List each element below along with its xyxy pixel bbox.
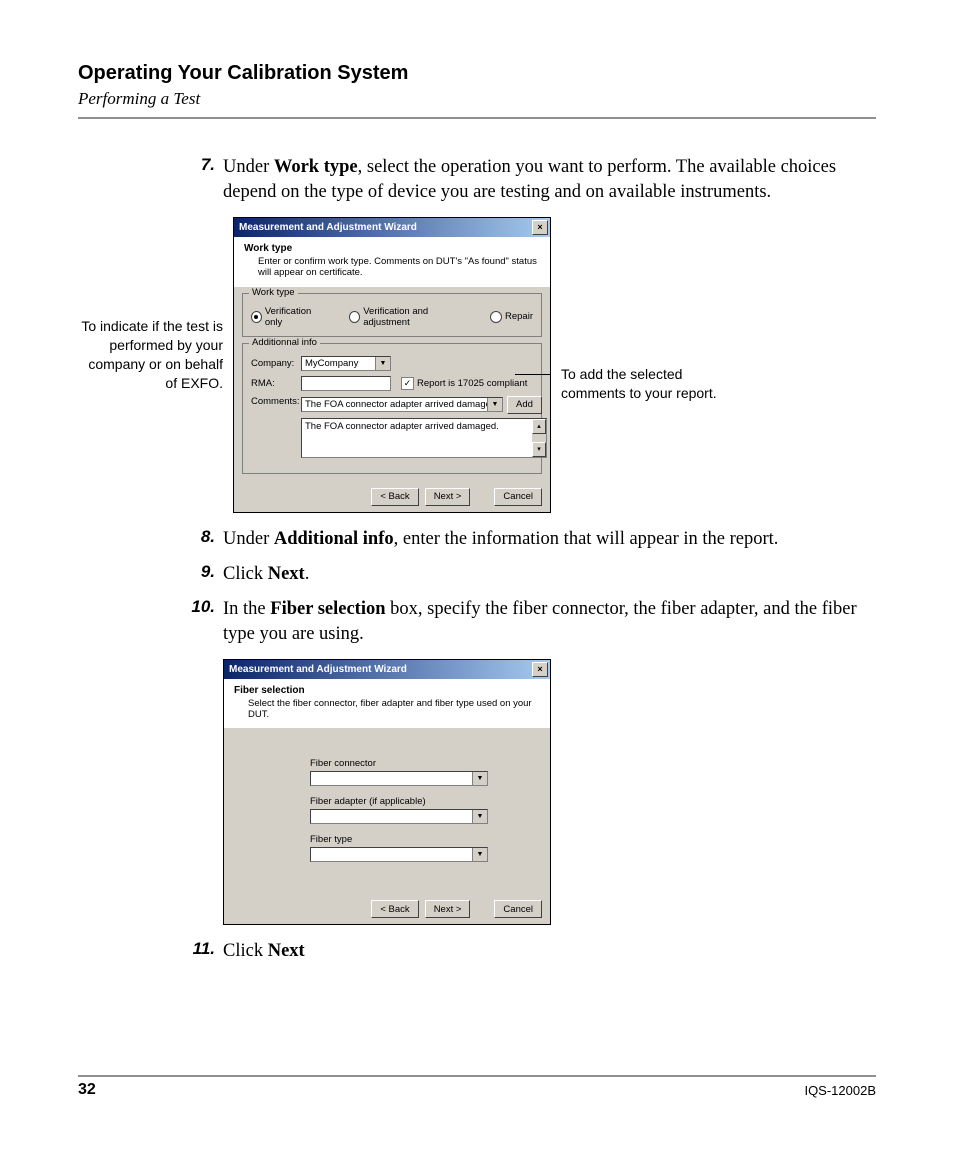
connector-line bbox=[515, 374, 551, 375]
chapter-title: Operating Your Calibration System bbox=[78, 62, 876, 85]
label-compliant: Report is 17025 compliant bbox=[417, 378, 527, 389]
step-9: 9. Click Next. bbox=[183, 562, 876, 587]
radio-verification-adjustment[interactable]: Verification and adjustment bbox=[349, 306, 464, 328]
figure-worktype: To indicate if the test is performed by … bbox=[78, 217, 876, 513]
dialog-button-row: < Back Next > Cancel bbox=[224, 896, 550, 924]
dialog-header: Fiber selection Select the fiber connect… bbox=[224, 679, 550, 729]
step-number: 10. bbox=[183, 597, 223, 617]
page-number: 32 bbox=[78, 1081, 96, 1099]
radio-verification-only[interactable]: Verification only bbox=[251, 306, 323, 328]
label-fiber-connector: Fiber connector bbox=[310, 758, 510, 769]
back-button[interactable]: < Back bbox=[371, 488, 418, 506]
callout-right: To add the selected comments to your rep… bbox=[551, 365, 741, 403]
document-id: IQS-12002B bbox=[804, 1083, 876, 1098]
label-fiber-type: Fiber type bbox=[310, 834, 510, 845]
step-7: 7. Under Work type, select the operation… bbox=[183, 155, 876, 205]
dialog-button-row: < Back Next > Cancel bbox=[234, 484, 550, 512]
close-icon[interactable]: × bbox=[532, 220, 548, 235]
document-page: Operating Your Calibration System Perfor… bbox=[0, 0, 954, 1159]
radio-repair[interactable]: Repair bbox=[490, 306, 533, 328]
radio-icon bbox=[251, 311, 262, 323]
titlebar: Measurement and Adjustment Wizard × bbox=[234, 218, 550, 237]
input-rma[interactable] bbox=[301, 376, 391, 391]
callout-left: To indicate if the test is performed by … bbox=[78, 317, 233, 393]
groupbox-additional-info: Additionnal info Company: MyCompany▼ RMA… bbox=[242, 343, 542, 474]
combo-company[interactable]: MyCompany▼ bbox=[301, 356, 391, 371]
next-button[interactable]: Next > bbox=[425, 488, 471, 506]
radio-icon bbox=[490, 311, 502, 323]
cancel-button[interactable]: Cancel bbox=[494, 900, 542, 918]
combo-fiber-type[interactable]: ▼ bbox=[310, 847, 488, 862]
label-comments: Comments: bbox=[251, 396, 301, 407]
groupbox-legend: Additionnal info bbox=[249, 337, 320, 348]
groupbox-legend: Work type bbox=[249, 287, 298, 298]
header-rule bbox=[78, 117, 876, 119]
close-icon[interactable]: × bbox=[532, 662, 548, 677]
content-area: 7. Under Work type, select the operation… bbox=[78, 125, 876, 964]
dialog-head-title: Work type bbox=[244, 243, 540, 254]
step-11: 11. Click Next bbox=[183, 939, 876, 964]
groupbox-worktype: Work type Verification only Verification… bbox=[242, 293, 542, 337]
back-button[interactable]: < Back bbox=[371, 900, 418, 918]
scrollbar[interactable]: ▴ ▾ bbox=[532, 419, 546, 457]
label-fiber-adapter: Fiber adapter (if applicable) bbox=[310, 796, 510, 807]
label-company: Company: bbox=[251, 358, 301, 369]
footer-rule bbox=[78, 1075, 876, 1077]
dialog-head-desc: Enter or confirm work type. Comments on … bbox=[244, 256, 540, 279]
chevron-down-icon: ▼ bbox=[472, 810, 487, 823]
step-number: 8. bbox=[183, 527, 223, 547]
next-button[interactable]: Next > bbox=[425, 900, 471, 918]
step-text: Under Additional info, enter the informa… bbox=[223, 527, 876, 552]
step-text: Click Next bbox=[223, 939, 876, 964]
step-text: Under Work type, select the operation yo… bbox=[223, 155, 876, 205]
page-footer: 32 IQS-12002B bbox=[78, 1075, 876, 1099]
step-text: In the Fiber selection box, specify the … bbox=[223, 597, 876, 647]
figure-fiber-selection: Measurement and Adjustment Wizard × Fibe… bbox=[78, 659, 876, 926]
cancel-button[interactable]: Cancel bbox=[494, 488, 542, 506]
step-text: Click Next. bbox=[223, 562, 876, 587]
section-title: Performing a Test bbox=[78, 89, 876, 109]
textarea-comments[interactable]: The FOA connector adapter arrived damage… bbox=[301, 418, 547, 458]
titlebar: Measurement and Adjustment Wizard × bbox=[224, 660, 550, 679]
scroll-up-icon[interactable]: ▴ bbox=[532, 419, 546, 434]
checkbox-compliant[interactable]: ✓ bbox=[401, 377, 414, 390]
combo-fiber-adapter[interactable]: ▼ bbox=[310, 809, 488, 824]
chevron-down-icon: ▼ bbox=[472, 772, 487, 785]
dialog-head-desc: Select the fiber connector, fiber adapte… bbox=[234, 698, 540, 721]
dialog-title: Measurement and Adjustment Wizard bbox=[239, 222, 417, 233]
add-button[interactable]: Add bbox=[507, 396, 542, 414]
step-8: 8. Under Additional info, enter the info… bbox=[183, 527, 876, 552]
page-header: Operating Your Calibration System Perfor… bbox=[78, 62, 876, 119]
combo-fiber-connector[interactable]: ▼ bbox=[310, 771, 488, 786]
chevron-down-icon: ▼ bbox=[487, 398, 502, 411]
combo-comments[interactable]: The FOA connector adapter arrived damage… bbox=[301, 397, 503, 412]
step-10: 10. In the Fiber selection box, specify … bbox=[183, 597, 876, 647]
step-number: 7. bbox=[183, 155, 223, 175]
step-number: 9. bbox=[183, 562, 223, 582]
dialog-head-title: Fiber selection bbox=[234, 685, 540, 696]
label-rma: RMA: bbox=[251, 378, 301, 389]
radio-icon bbox=[349, 311, 360, 323]
dialog-fiber-selection: Measurement and Adjustment Wizard × Fibe… bbox=[223, 659, 551, 926]
dialog-worktype: Measurement and Adjustment Wizard × Work… bbox=[233, 217, 551, 513]
chevron-down-icon: ▼ bbox=[375, 357, 390, 370]
chevron-down-icon: ▼ bbox=[472, 848, 487, 861]
dialog-title: Measurement and Adjustment Wizard bbox=[229, 664, 407, 675]
scroll-down-icon[interactable]: ▾ bbox=[532, 442, 546, 457]
dialog-header: Work type Enter or confirm work type. Co… bbox=[234, 237, 550, 287]
step-number: 11. bbox=[183, 939, 223, 959]
